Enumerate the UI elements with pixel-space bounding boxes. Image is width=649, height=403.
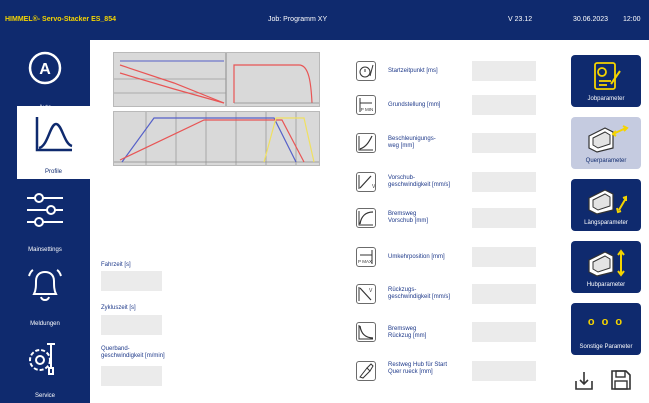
sidebar-item-label: Service	[34, 393, 55, 399]
laengsparameter-label: Längsparameter	[584, 220, 628, 226]
sidebar-item-label: Mainsettings	[28, 247, 62, 253]
zykluszeit-field[interactable]	[101, 315, 162, 335]
sidebar-item-service[interactable]: Service	[0, 330, 90, 403]
sidebar-item-label: Profile	[44, 169, 62, 175]
lift-parameter-icon	[588, 249, 625, 277]
laengsparameter-button[interactable]: Längsparameter	[571, 179, 641, 231]
p-min-text: P MIN	[361, 107, 373, 112]
param-label-restweg: Restweg Hub für Start Quer rueck [mm]	[388, 362, 448, 375]
hubparameter-label: Hubparameter	[586, 282, 626, 288]
profile-icon	[35, 117, 73, 152]
service-icon	[29, 343, 55, 375]
param-label-umkehrposition: Umkehrposition [mm]	[388, 254, 445, 260]
job-name: Job: Programm XY	[268, 16, 328, 23]
sidebar-item-profile[interactable]: Profile	[17, 106, 90, 179]
motion-profile-graph-bottom	[113, 111, 320, 166]
title-bar: HIMMEL®- Servo-Stacker ES_854 Job: Progr…	[0, 0, 649, 40]
field-label-querband: Querband- geschwindigkeit [m/min]	[101, 346, 165, 359]
auto-icon: A	[28, 51, 62, 85]
startzeitpunkt-field[interactable]	[472, 61, 536, 81]
svg-text:A: A	[39, 61, 51, 78]
param-label-rueckzugsgeschwindigkeit: Rückzugs- geschwindigkeit [mm/s]	[388, 287, 451, 300]
sidebar-item-label: Meldungen	[30, 321, 60, 327]
p-min-icon[interactable]: P MIN	[356, 95, 376, 115]
cross-parameter-icon	[588, 125, 629, 153]
sidebar-item-meldungen[interactable]: Meldungen	[0, 258, 90, 331]
sonstige-parameter-button[interactable]: o o o Sonstige Parameter	[571, 303, 641, 355]
querparameter-button[interactable]: Querparameter	[571, 117, 641, 169]
bell-icon	[28, 269, 62, 301]
querparameter-label: Querparameter	[585, 158, 627, 164]
param-label-grundstellung: Grundstellung [mm]	[388, 102, 441, 108]
return-speed-text: V	[369, 288, 373, 294]
brake-feed-icon[interactable]	[356, 208, 376, 228]
field-label-zykluszeit: Zykluszeit [s]	[101, 305, 136, 311]
app-title: HIMMEL®- Servo-Stacker ES_854	[5, 16, 116, 23]
version-label: V 23.12	[508, 16, 533, 23]
umkehrposition-field[interactable]	[472, 247, 536, 267]
bremsweg-vorschub-field[interactable]	[472, 208, 536, 228]
download-button[interactable]	[573, 369, 593, 390]
param-label-bremsweg-vorschub: Bremsweg Vorschub [mm]	[388, 211, 429, 224]
restweg-field[interactable]	[472, 361, 536, 381]
querband-field[interactable]	[101, 366, 162, 386]
save-button[interactable]	[610, 369, 631, 390]
hubparameter-button[interactable]: Hubparameter	[571, 241, 641, 293]
sidebar: A Auto Profile Mainsettings Meldungen	[0, 40, 90, 403]
field-label-fahrzeit: Fahrzeit [s]	[101, 262, 131, 268]
longitudinal-parameter-icon	[588, 189, 627, 215]
return-speed-icon[interactable]: V	[356, 284, 376, 304]
bremsweg-rueckzug-field[interactable]	[472, 322, 536, 342]
save-icon	[611, 370, 631, 390]
start-time-icon[interactable]	[356, 61, 376, 81]
param-label-beschleunigungsweg: Beschleunigungs- weg [mm]	[388, 136, 436, 149]
param-label-vorschubgeschwindigkeit: Vorschub- geschwindigkeit [mm/s]	[388, 175, 451, 188]
job-parameter-icon	[594, 62, 621, 90]
p-max-icon[interactable]: P MAX	[356, 247, 376, 267]
motion-profile-graph-top	[113, 52, 320, 107]
date-label: 30.06.2023	[573, 16, 609, 23]
feed-speed-icon[interactable]: V	[356, 172, 376, 192]
acceleration-icon[interactable]	[356, 133, 376, 153]
sidebar-item-mainsettings[interactable]: Mainsettings	[0, 184, 90, 257]
brake-return-icon[interactable]	[356, 322, 376, 342]
time-label: 12:00	[623, 16, 641, 23]
param-label-bremsweg-rueckzug: Bremsweg Rückzug [mm]	[388, 326, 427, 339]
param-label-startzeitpunkt: Startzeitpunkt [ms]	[388, 68, 438, 74]
jobparameter-label: Jobparameter	[587, 96, 625, 102]
rueckzugsgeschwindigkeit-field[interactable]	[472, 284, 536, 304]
download-icon	[575, 372, 593, 390]
vorschubgeschwindigkeit-field[interactable]	[472, 172, 536, 192]
more-icon: o o o	[587, 316, 625, 328]
sidebar-item-auto[interactable]: A Auto	[0, 42, 90, 115]
rest-travel-icon[interactable]	[356, 361, 376, 381]
sonstige-parameter-label: Sonstige Parameter	[579, 344, 633, 350]
feed-speed-text: V	[372, 184, 375, 190]
jobparameter-button[interactable]: Jobparameter	[571, 55, 641, 107]
beschleunigungsweg-field[interactable]	[472, 133, 536, 153]
fahrzeit-field[interactable]	[101, 271, 162, 291]
p-max-text: P MAX	[358, 259, 372, 264]
grundstellung-field[interactable]	[472, 95, 536, 115]
sliders-icon	[27, 193, 63, 227]
